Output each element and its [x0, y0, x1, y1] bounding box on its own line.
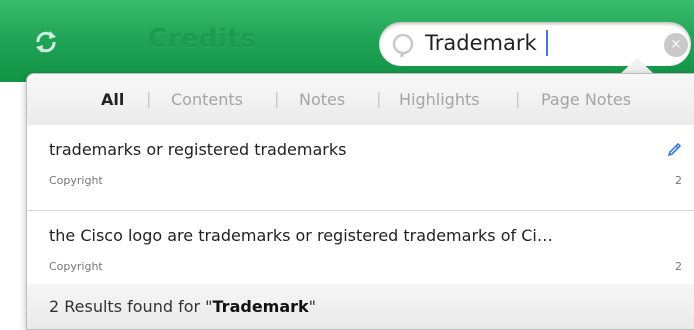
result-source: Copyright — [49, 174, 103, 187]
result-title: trademarks or registered trademarks — [49, 140, 347, 159]
results-summary: 2 Results found for "Trademark" — [49, 297, 317, 316]
filter-bar: All | Contents | Notes | Highlights | Pa… — [27, 74, 694, 126]
tab-highlights[interactable]: Highlights — [399, 90, 480, 109]
search-result-item[interactable]: trademarks or registered trademarks Copy… — [27, 125, 694, 211]
filter-separator: | — [376, 89, 382, 108]
result-count: 2 — [675, 260, 682, 273]
tab-notes[interactable]: Notes — [299, 90, 345, 109]
search-input[interactable] — [425, 28, 635, 58]
filter-separator: | — [515, 89, 521, 108]
page-title: Credits — [148, 24, 257, 54]
result-count: 2 — [675, 174, 682, 187]
results-footer: 2 Results found for "Trademark" — [27, 284, 694, 329]
filter-separator: | — [274, 89, 280, 108]
tab-page-notes[interactable]: Page Notes — [541, 90, 631, 109]
search-icon — [392, 33, 414, 58]
result-title: the Cisco logo are trademarks or registe… — [49, 226, 553, 245]
tab-contents[interactable]: Contents — [171, 90, 243, 109]
result-source: Copyright — [49, 260, 103, 273]
filter-separator: | — [146, 89, 152, 108]
clear-icon[interactable]: × — [664, 33, 688, 57]
tab-all[interactable]: All — [101, 90, 124, 109]
text-caret — [546, 30, 548, 56]
search-results-popover: All | Contents | Notes | Highlights | Pa… — [26, 73, 694, 330]
popover-arrow — [620, 58, 654, 74]
sync-icon[interactable] — [30, 26, 62, 58]
pencil-icon[interactable] — [665, 141, 683, 159]
